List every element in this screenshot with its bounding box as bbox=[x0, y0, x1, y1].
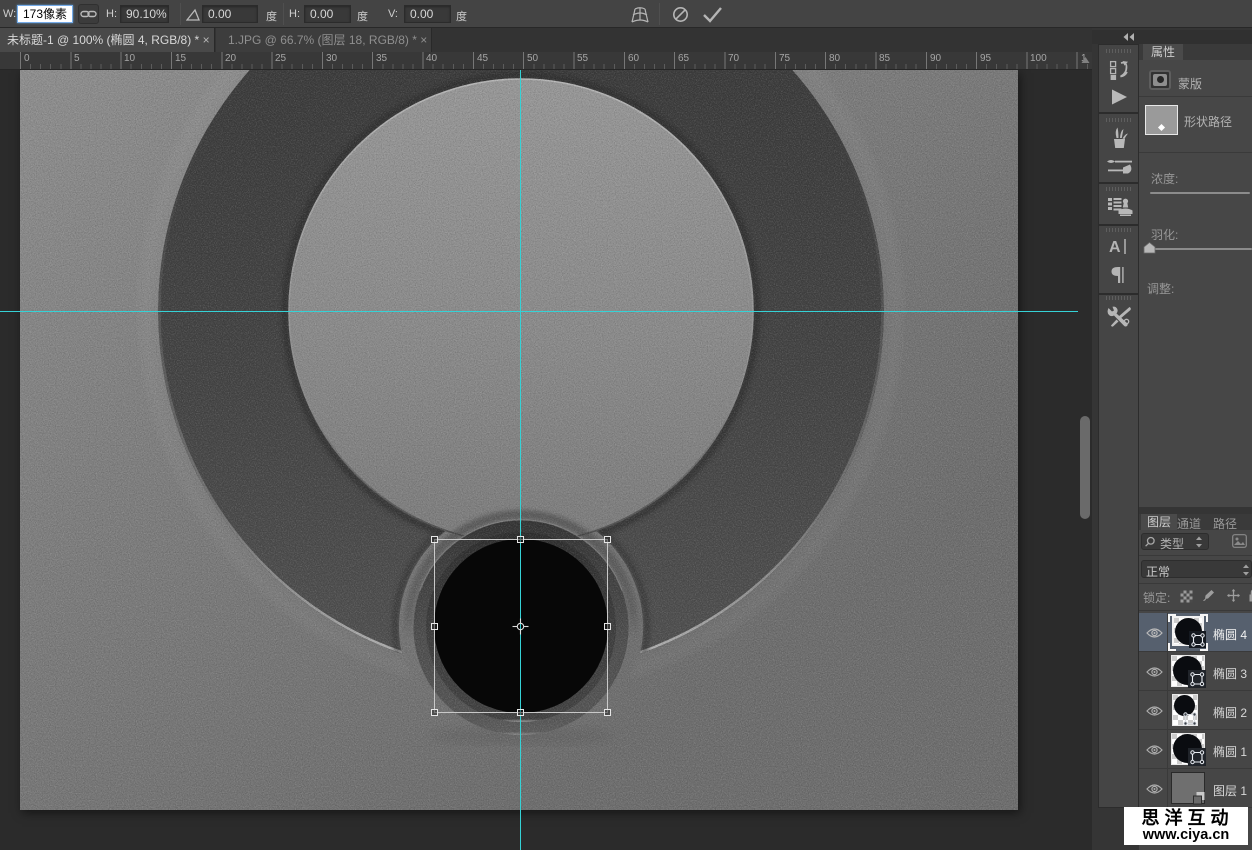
svg-text:A: A bbox=[1109, 239, 1121, 255]
